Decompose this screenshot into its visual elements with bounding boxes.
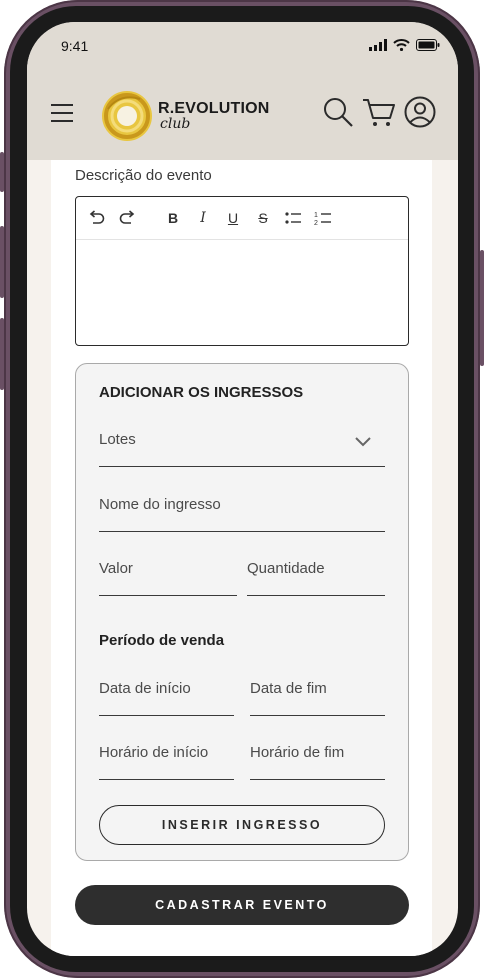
side-button [0,226,4,298]
end-time-input[interactable]: Horário de fim [250,744,385,780]
hamburger-menu-button[interactable] [50,101,74,125]
strikethrough-button[interactable]: S [254,210,272,226]
lotes-placeholder: Lotes [99,431,136,448]
description-label: Descrição do evento [75,167,212,184]
user-icon[interactable] [404,96,436,128]
start-date-input[interactable]: Data de início [99,680,234,716]
start-time-input[interactable]: Horário de início [99,744,234,780]
sale-period-title: Período de venda [99,632,225,649]
svg-text:2: 2 [314,220,318,226]
lotes-select[interactable]: Lotes [99,431,385,467]
chevron-down-icon [355,437,371,447]
ticket-name-input[interactable]: Nome do ingresso [99,496,385,532]
event-form: Descrição do evento B I U S 1 2 ADICIONA… [51,160,432,956]
undo-icon[interactable] [88,210,106,226]
tickets-title: ADICIONAR OS INGRESSOS [99,384,304,401]
end-date-input[interactable]: Data de fim [250,680,385,716]
app-header: R.EVOLUTION club [27,70,458,160]
editor-toolbar: B I U S 1 2 [76,197,408,240]
insert-ticket-button[interactable]: INSERIR INGRESSO [99,805,385,845]
value-input[interactable]: Valor [99,560,237,596]
redo-icon[interactable] [118,210,136,226]
svg-text:1: 1 [314,212,318,219]
status-time: 9:41 [61,38,89,54]
signal-icon [369,39,387,51]
brand-text: R.EVOLUTION club [158,100,270,132]
brand-sub: club [160,116,191,132]
side-button [0,318,4,390]
brand-logo[interactable]: R.EVOLUTION club [100,86,270,146]
header-actions [322,96,436,128]
cart-icon[interactable] [362,96,396,128]
underline-button[interactable]: U [224,210,242,226]
wifi-icon [393,39,410,51]
status-bar: 9:41 [27,22,458,70]
hamburger-icon [51,104,73,122]
side-button [480,250,484,366]
search-icon[interactable] [322,96,354,128]
status-icons [369,39,440,51]
bullet-list-icon[interactable] [284,210,302,226]
register-event-button[interactable]: CADASTRAR EVENTO [75,885,409,925]
italic-button[interactable]: I [194,210,212,226]
numbered-list-icon[interactable]: 1 2 [314,210,332,226]
quantity-input[interactable]: Quantidade [247,560,385,596]
description-editor[interactable]: B I U S 1 2 [75,196,409,346]
screen: 9:41 R.EVOLUTION club Descrição do event… [27,22,458,956]
logo-ring-icon [102,91,152,141]
battery-icon [416,39,440,51]
side-button [0,152,4,192]
brand-name: R.EVOLUTION [158,100,270,117]
tickets-card: ADICIONAR OS INGRESSOS Lotes Nome do ing… [75,363,409,861]
bold-button[interactable]: B [164,210,182,226]
